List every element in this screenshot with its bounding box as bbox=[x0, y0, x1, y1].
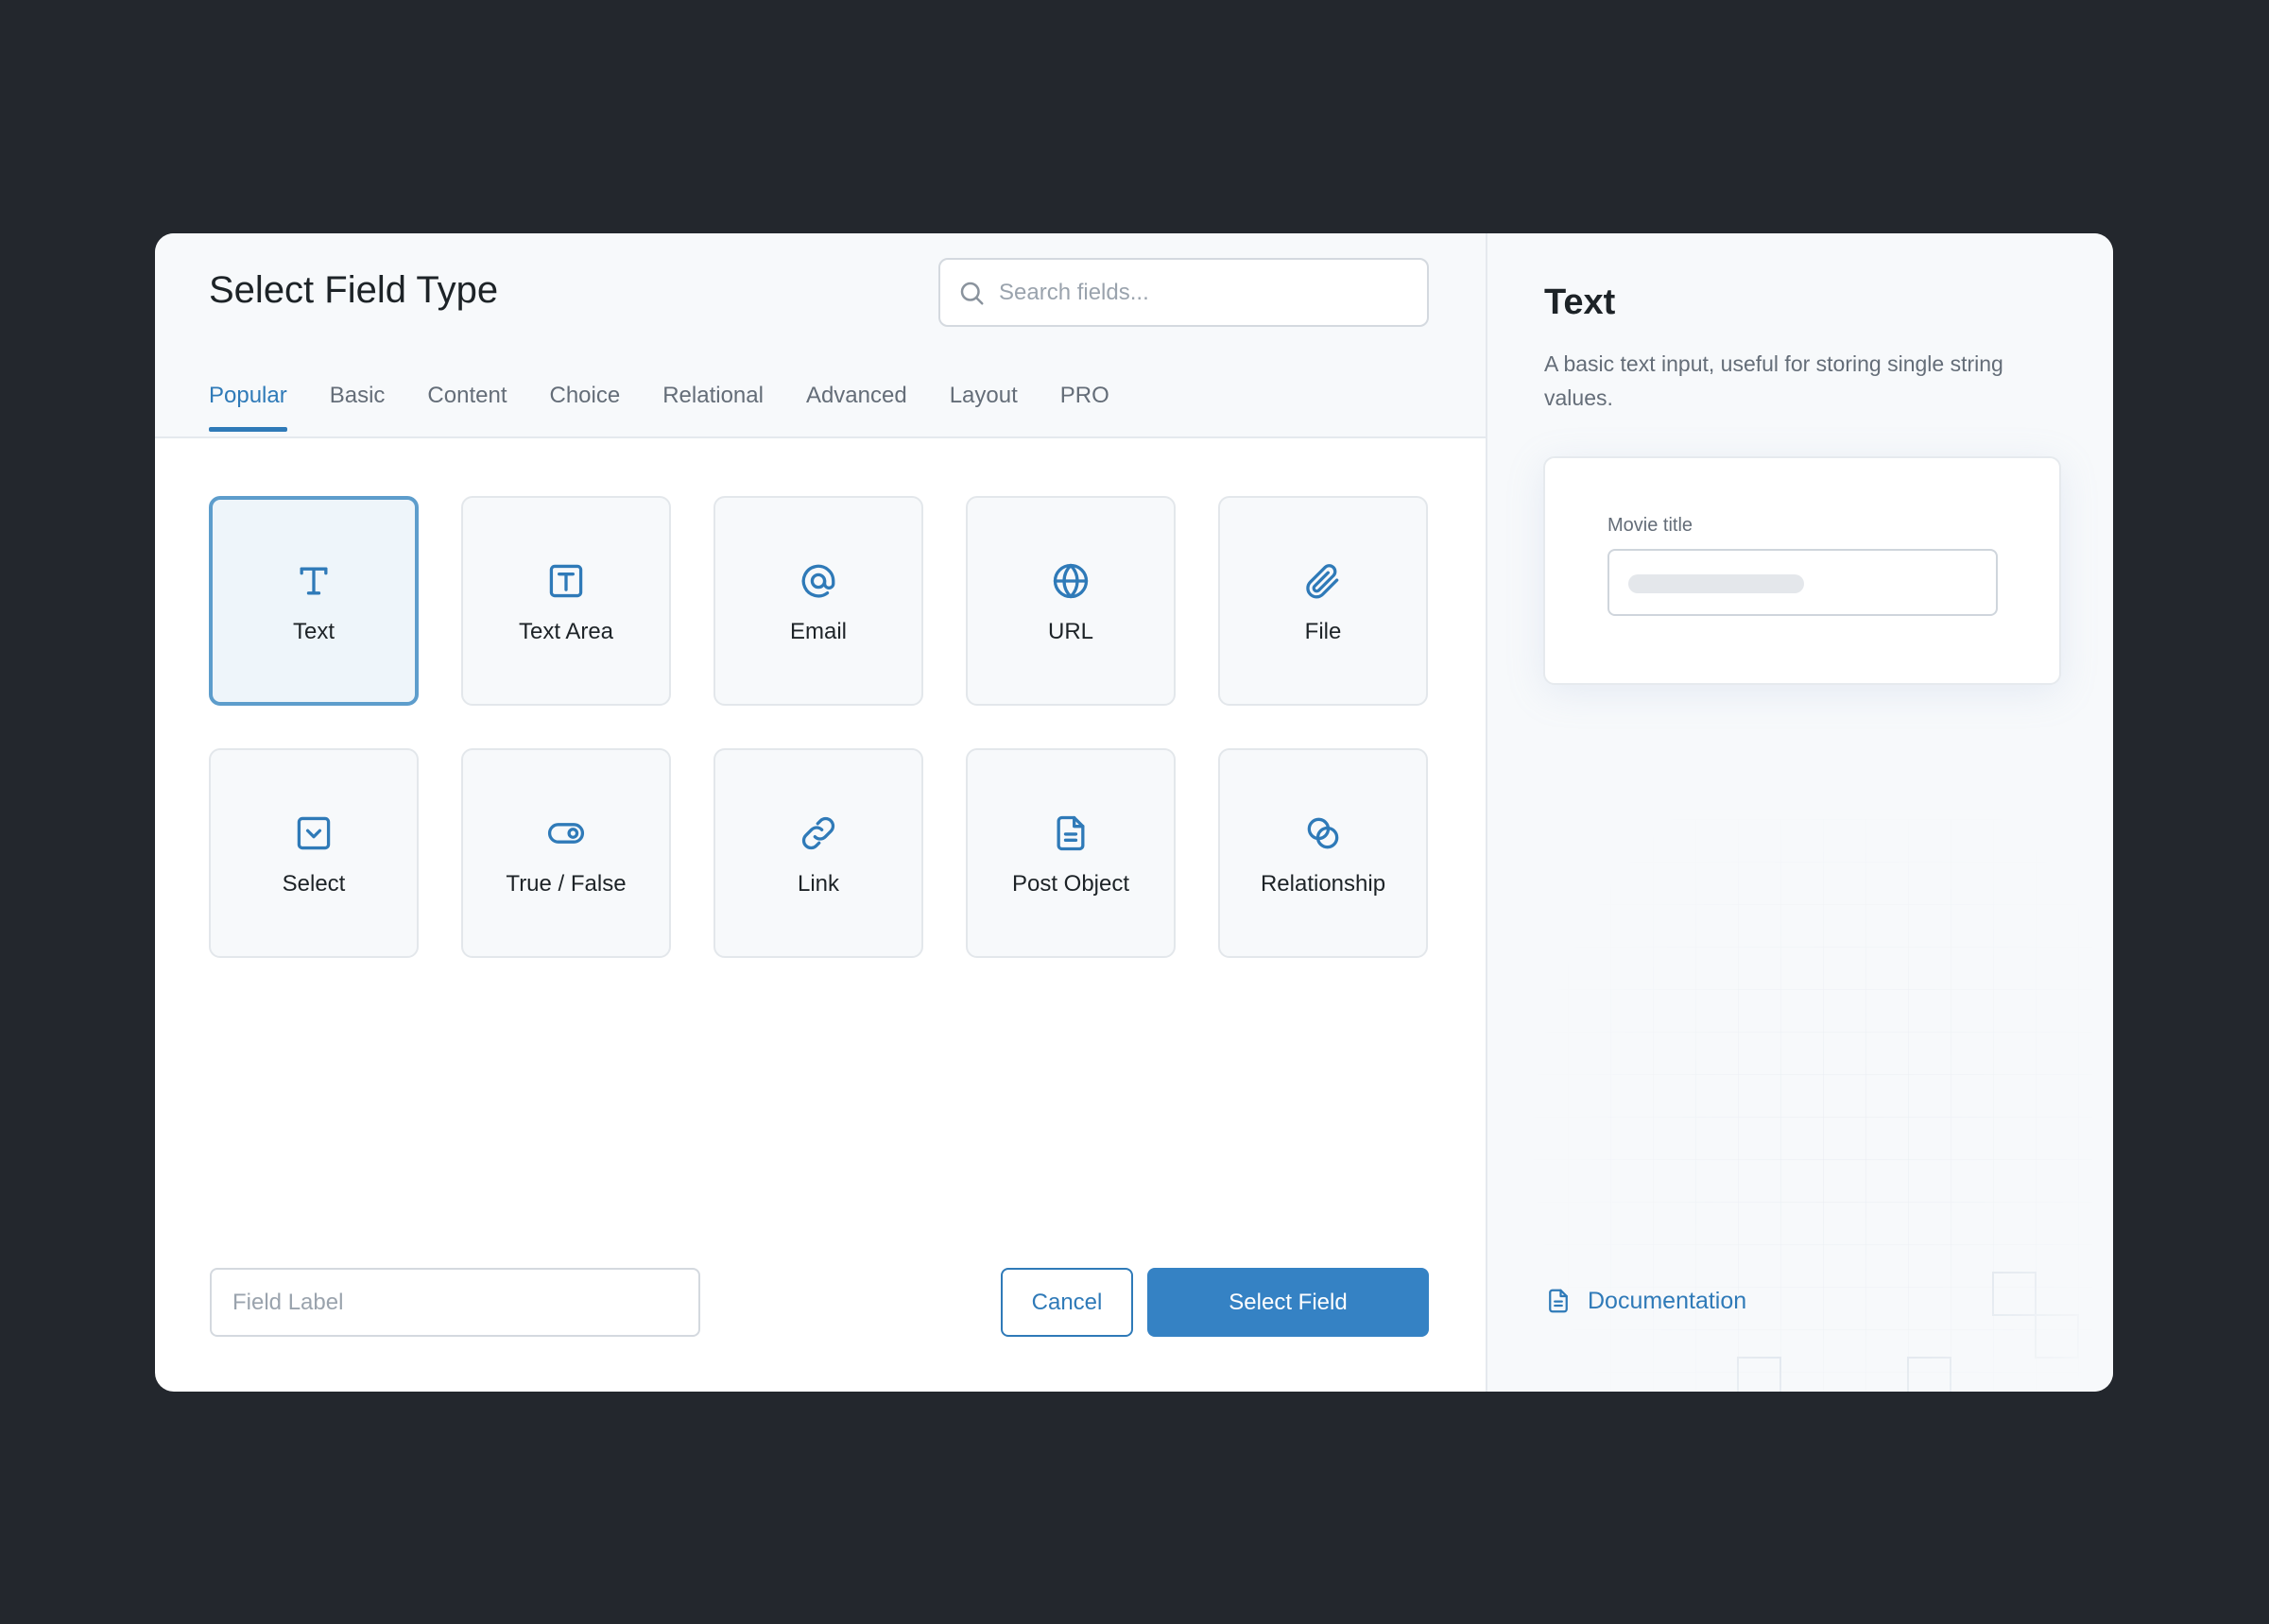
field-card-label: Post Object bbox=[1011, 871, 1130, 897]
documentation-label: Documentation bbox=[1588, 1287, 1747, 1314]
tab-layout[interactable]: Layout bbox=[950, 383, 1018, 430]
relationship-icon bbox=[1307, 817, 1339, 849]
field-card-email[interactable]: Email bbox=[713, 496, 923, 706]
preview-card: Movie title bbox=[1543, 456, 2061, 685]
tab-popular[interactable]: Popular bbox=[209, 383, 287, 432]
tab-basic[interactable]: Basic bbox=[330, 383, 386, 430]
field-card-true-false[interactable]: True / False bbox=[461, 748, 671, 958]
category-tabs: Popular Basic Content Choice Relational … bbox=[209, 383, 1109, 432]
paperclip-icon bbox=[1306, 564, 1339, 599]
field-card-file[interactable]: File bbox=[1218, 496, 1428, 706]
text-icon bbox=[300, 567, 328, 595]
field-card-select[interactable]: Select bbox=[209, 748, 419, 958]
field-card-label: Relationship bbox=[1260, 871, 1386, 897]
field-card-label: File bbox=[1304, 619, 1342, 644]
modal-header: Select Field Type Popular Basic Content … bbox=[155, 233, 1486, 438]
field-card-url[interactable]: URL bbox=[966, 496, 1176, 706]
document-icon bbox=[1549, 1289, 1568, 1313]
field-card-label: Text bbox=[292, 619, 335, 644]
select-field-button[interactable]: Select Field bbox=[1147, 1268, 1429, 1337]
field-card-label: URL bbox=[1047, 619, 1093, 644]
field-type-grid: Text Text Area Email URL File Select Tru… bbox=[209, 496, 1428, 958]
field-preview-panel: Text A basic text input, useful for stor… bbox=[1486, 233, 2113, 1392]
document-icon bbox=[1057, 815, 1085, 851]
field-card-label: Link bbox=[797, 871, 840, 897]
toggle-icon bbox=[547, 823, 585, 844]
search-input[interactable] bbox=[999, 279, 1396, 306]
tab-relational[interactable]: Relational bbox=[662, 383, 764, 430]
preview-description: A basic text input, useful for storing s… bbox=[1544, 351, 2003, 410]
globe-icon bbox=[1053, 563, 1089, 599]
textarea-icon bbox=[549, 564, 583, 598]
field-card-label: Select bbox=[282, 871, 346, 897]
preview-field-label: Movie title bbox=[1607, 515, 1693, 536]
modal-footer: Cancel Select Field bbox=[210, 1268, 1429, 1337]
link-icon bbox=[801, 816, 835, 850]
field-card-label: True / False bbox=[506, 871, 627, 897]
preview-placeholder-bar bbox=[1628, 574, 1804, 593]
select-icon bbox=[297, 816, 331, 850]
field-card-label: Text Area bbox=[518, 619, 614, 644]
field-card-link[interactable]: Link bbox=[713, 748, 923, 958]
field-card-text-area[interactable]: Text Area bbox=[461, 496, 671, 706]
field-card-label: Email bbox=[789, 619, 847, 644]
field-card-text[interactable]: Text bbox=[209, 496, 419, 706]
cancel-button[interactable]: Cancel bbox=[1001, 1268, 1133, 1337]
preview-input bbox=[1607, 549, 1998, 616]
documentation-link[interactable]: Documentation bbox=[1544, 1287, 1746, 1315]
preview-title: Text bbox=[1544, 282, 1616, 322]
search-box[interactable] bbox=[938, 258, 1429, 327]
tab-content[interactable]: Content bbox=[427, 383, 507, 430]
field-label-input[interactable] bbox=[210, 1268, 700, 1337]
tab-choice[interactable]: Choice bbox=[549, 383, 620, 430]
field-card-relationship[interactable]: Relationship bbox=[1218, 748, 1428, 958]
search-icon bbox=[960, 282, 984, 304]
tab-pro[interactable]: PRO bbox=[1060, 383, 1109, 430]
tab-advanced[interactable]: Advanced bbox=[806, 383, 907, 430]
select-field-type-modal: Select Field Type Popular Basic Content … bbox=[155, 233, 2113, 1392]
field-type-main-panel: Select Field Type Popular Basic Content … bbox=[155, 233, 1486, 1392]
field-card-post-object[interactable]: Post Object bbox=[966, 748, 1176, 958]
at-icon bbox=[801, 564, 835, 598]
modal-title: Select Field Type bbox=[209, 269, 499, 311]
